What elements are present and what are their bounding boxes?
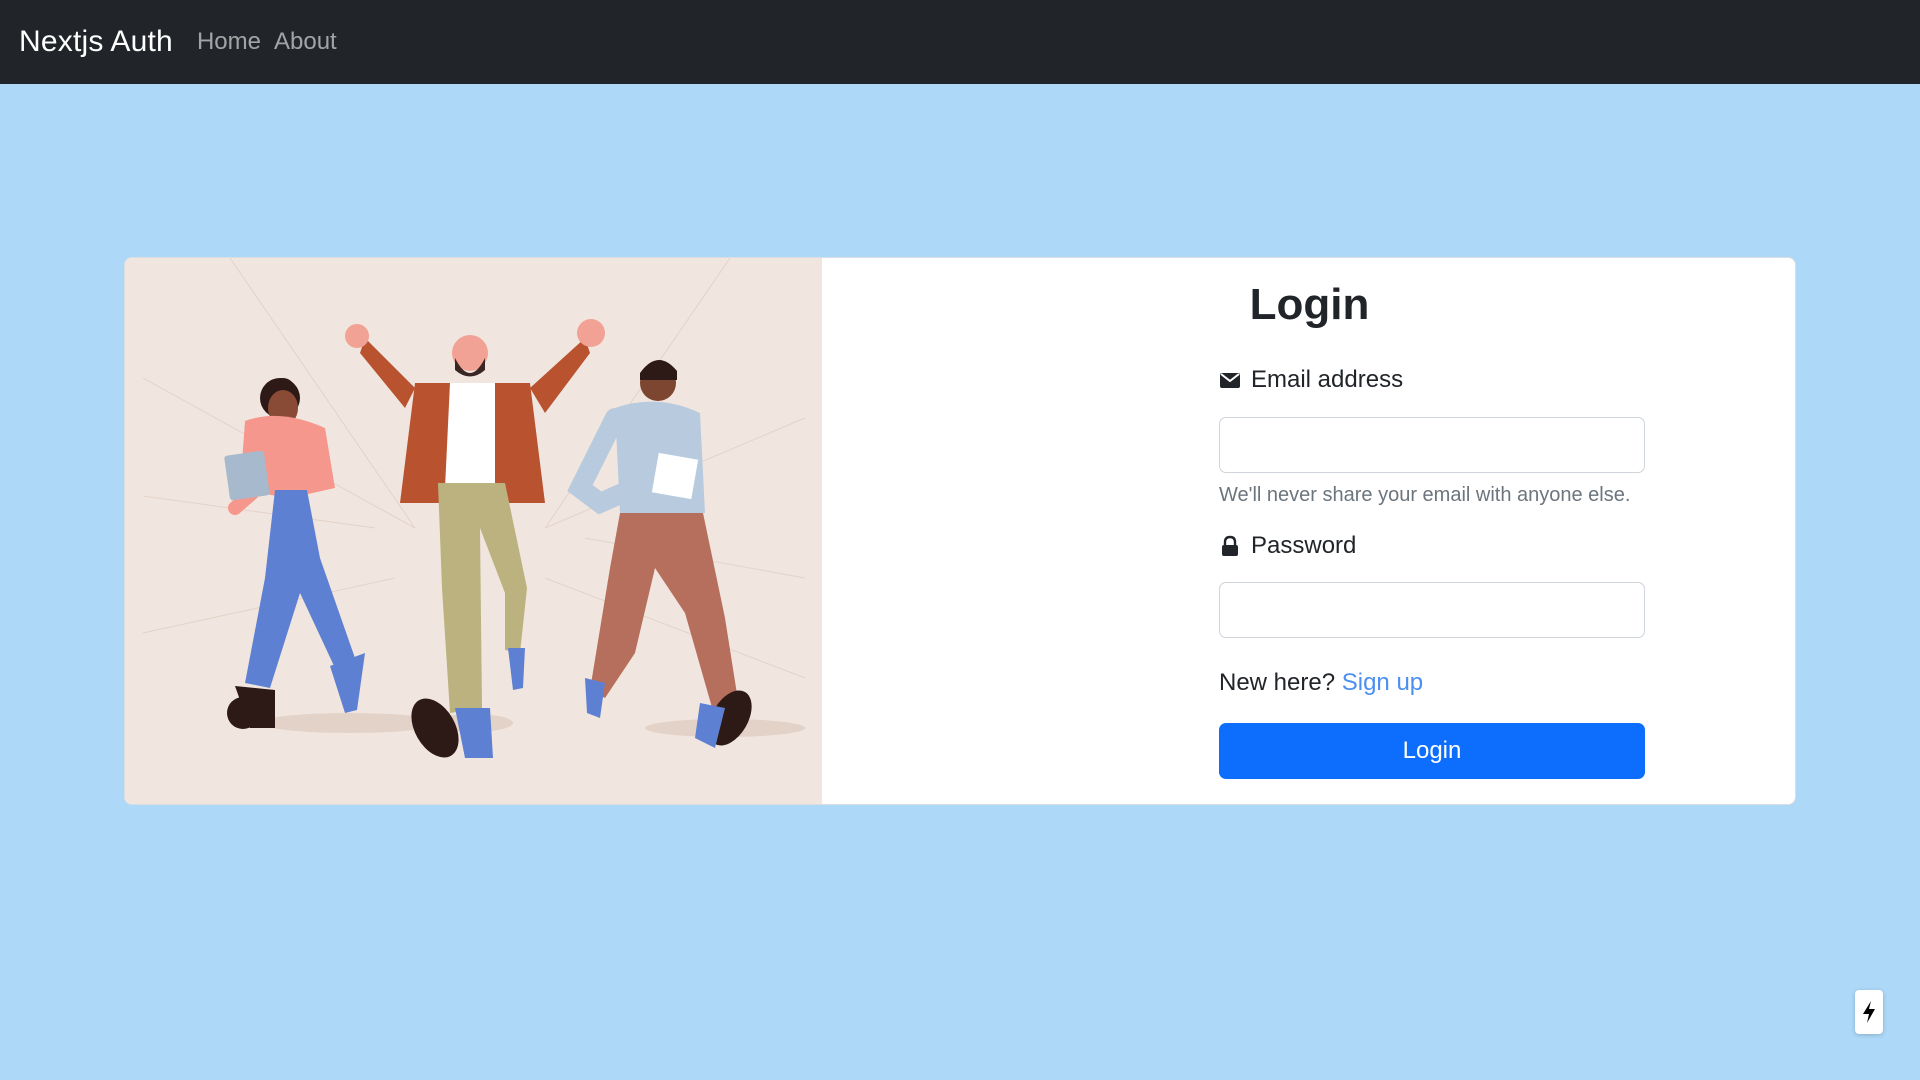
lightning-bolt-icon bbox=[1863, 1001, 1875, 1023]
email-label: Email address bbox=[1219, 366, 1403, 394]
password-field[interactable] bbox=[1219, 582, 1645, 638]
email-field[interactable] bbox=[1219, 417, 1645, 473]
signup-link[interactable]: Sign up bbox=[1342, 669, 1423, 696]
nextjs-dev-indicator[interactable] bbox=[1855, 990, 1883, 1034]
login-title: Login bbox=[1249, 280, 1370, 329]
nav-link-home[interactable]: Home bbox=[197, 28, 261, 56]
email-label-text: Email address bbox=[1251, 366, 1404, 393]
signup-prompt: New here? bbox=[1219, 669, 1336, 696]
login-card: Login Email address We'll never share yo… bbox=[124, 257, 1796, 805]
login-form: Login Email address We'll never share yo… bbox=[822, 258, 1795, 804]
navbar-brand[interactable]: Nextjs Auth bbox=[19, 25, 173, 59]
login-button[interactable]: Login bbox=[1219, 723, 1645, 779]
lock-icon bbox=[1219, 535, 1241, 557]
nav-link-about[interactable]: About bbox=[274, 28, 337, 56]
signup-row: New here? Sign up bbox=[1219, 669, 1423, 697]
password-label: Password bbox=[1219, 532, 1356, 560]
email-help-text: We'll never share your email with anyone… bbox=[1219, 484, 1631, 506]
envelope-icon bbox=[1219, 369, 1241, 391]
top-navbar: Nextjs Auth Home About bbox=[0, 0, 1920, 84]
people-illustration bbox=[125, 258, 822, 804]
password-label-text: Password bbox=[1251, 532, 1357, 559]
